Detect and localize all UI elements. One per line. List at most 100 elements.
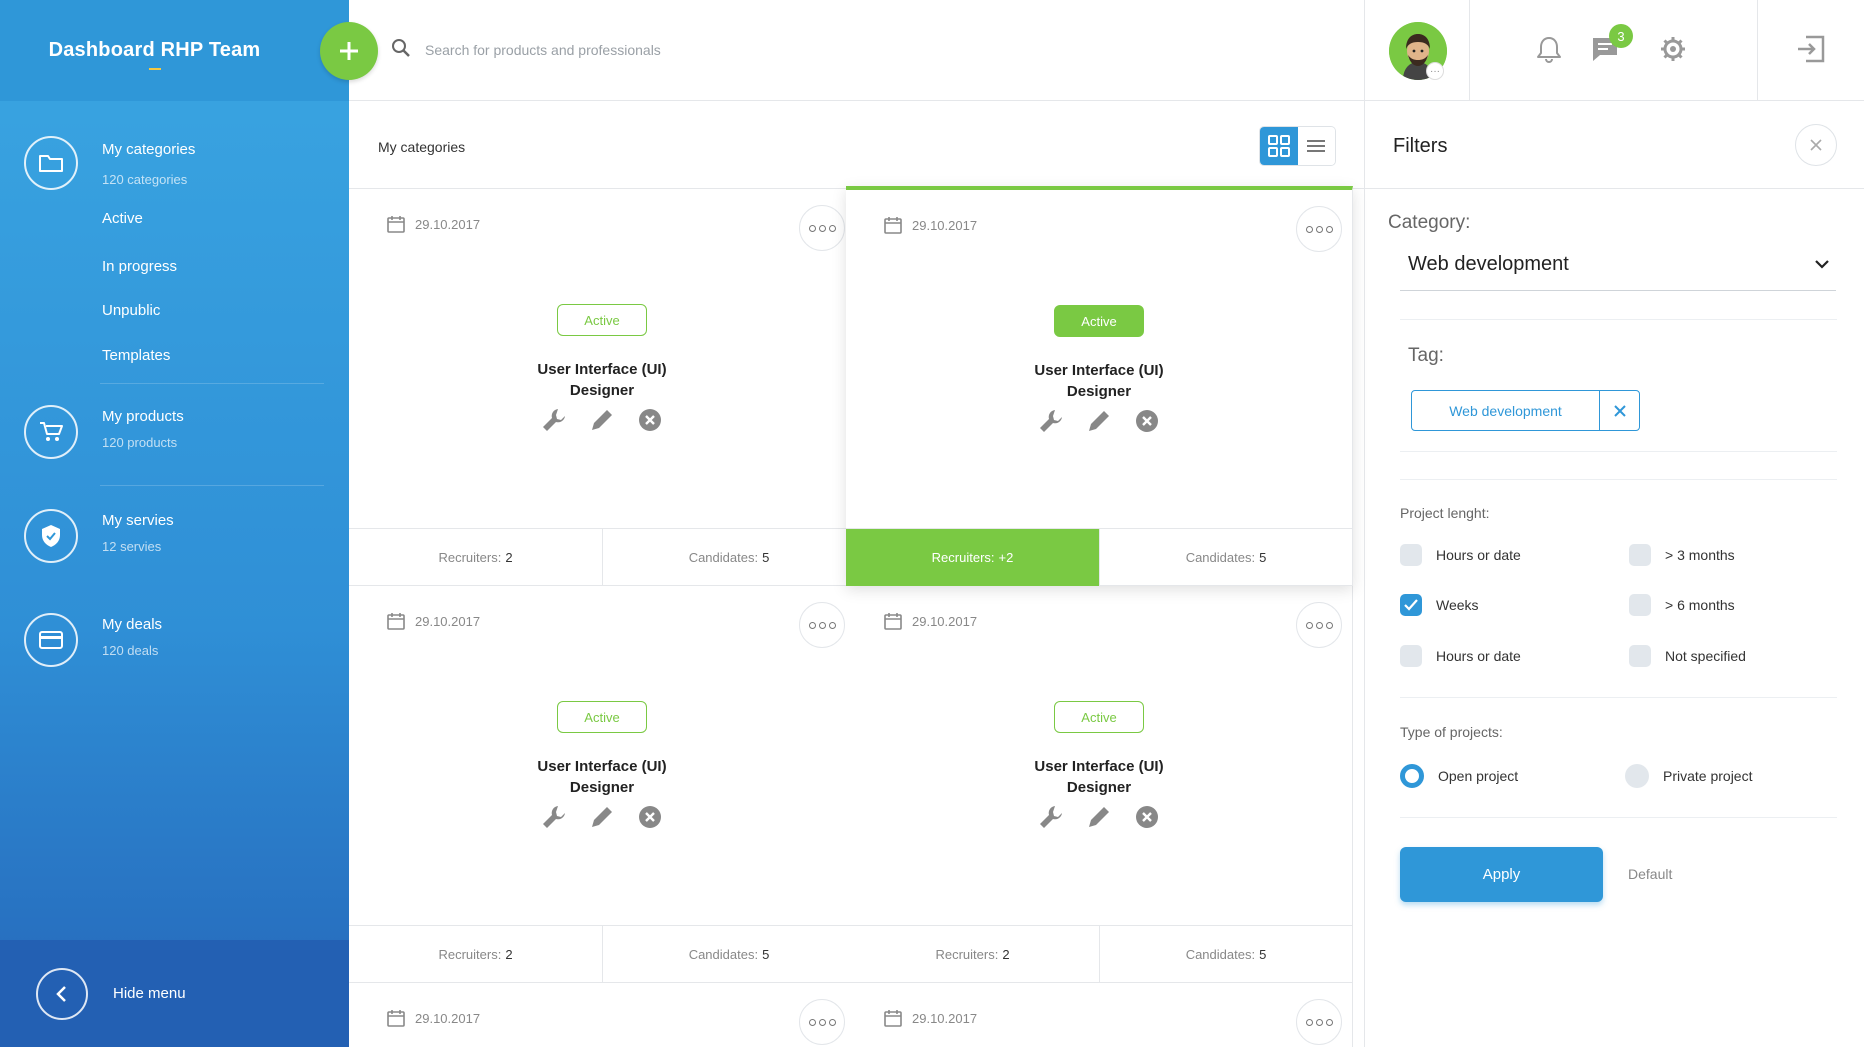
category-select[interactable]: Web development bbox=[1400, 246, 1836, 291]
recruiters-cell[interactable]: Recruiters: 2 bbox=[349, 926, 602, 983]
hide-menu-button[interactable]: Hide menu bbox=[113, 985, 186, 1002]
checkbox[interactable] bbox=[1629, 594, 1651, 616]
apply-button[interactable]: Apply bbox=[1400, 847, 1603, 902]
category-card[interactable]: 29.10.2017 Active User Interface (UI) De… bbox=[349, 586, 856, 983]
shield-icon[interactable] bbox=[24, 509, 78, 563]
nav-my-services[interactable]: My servies bbox=[102, 512, 174, 529]
more-options-icon[interactable] bbox=[799, 602, 845, 648]
more-options-icon[interactable] bbox=[1296, 602, 1342, 648]
nav-child-unpublic[interactable]: Unpublic bbox=[102, 302, 160, 319]
nav-child-in-progress[interactable]: In progress bbox=[102, 258, 177, 275]
card-icon[interactable] bbox=[24, 613, 78, 667]
more-options-icon[interactable] bbox=[799, 999, 845, 1045]
category-card[interactable]: 29.10.2017 Active User Interface (UI) De… bbox=[349, 189, 856, 586]
avatar-more-icon[interactable]: ··· bbox=[1426, 62, 1444, 80]
nav-my-deals-count: 120 deals bbox=[102, 643, 159, 658]
card-title-line: Designer bbox=[1066, 779, 1132, 796]
candidates-label: Candidates: bbox=[688, 550, 759, 565]
nav-my-categories-count: 120 categories bbox=[102, 172, 188, 187]
radio[interactable] bbox=[1625, 764, 1649, 788]
calendar-icon bbox=[387, 216, 405, 233]
recruiters-count: +2 bbox=[998, 550, 1014, 565]
more-options-icon[interactable] bbox=[1296, 999, 1342, 1045]
delete-icon[interactable] bbox=[637, 804, 663, 830]
wrench-icon[interactable] bbox=[1038, 408, 1064, 434]
nav-my-categories[interactable]: My categories bbox=[102, 141, 195, 158]
card-date: 29.10.2017 bbox=[884, 1009, 977, 1027]
pencil-icon[interactable] bbox=[1086, 408, 1112, 434]
length-option-not-specified[interactable]: Not specified bbox=[1629, 645, 1746, 667]
project-length-label: Project lenght: bbox=[1400, 505, 1490, 521]
checkbox[interactable] bbox=[1629, 544, 1651, 566]
pencil-icon[interactable] bbox=[1086, 804, 1112, 830]
length-option-3-months[interactable]: > 3 months bbox=[1629, 544, 1735, 566]
category-card[interactable]: 29.10.2017 Active User Interface (UI) De… bbox=[846, 586, 1353, 983]
checkbox[interactable] bbox=[1400, 544, 1422, 566]
nav-divider bbox=[100, 485, 324, 486]
pencil-icon[interactable] bbox=[589, 804, 615, 830]
page-title: My categories bbox=[378, 139, 466, 155]
recruiters-count: 2 bbox=[505, 550, 513, 565]
nav-my-deals[interactable]: My deals bbox=[102, 616, 162, 633]
radio-selected[interactable] bbox=[1400, 764, 1424, 788]
candidates-cell[interactable]: Candidates: 5 bbox=[602, 529, 855, 586]
recruiters-cell[interactable]: Recruiters: 2 bbox=[846, 926, 1099, 983]
type-option-private[interactable]: Private project bbox=[1625, 764, 1752, 788]
cart-icon[interactable] bbox=[24, 405, 78, 459]
recruiters-label: Recruiters: bbox=[931, 550, 995, 565]
pencil-icon[interactable] bbox=[589, 407, 615, 433]
candidates-cell[interactable]: Candidates: 5 bbox=[602, 926, 855, 983]
length-option-hours[interactable]: Hours or date bbox=[1400, 544, 1521, 566]
candidates-cell[interactable]: Candidates: 5 bbox=[1099, 926, 1352, 983]
add-button[interactable] bbox=[320, 22, 378, 80]
category-card[interactable]: 29.10.2017 bbox=[846, 983, 1353, 1047]
settings-icon[interactable] bbox=[1657, 33, 1689, 65]
chevron-left-icon[interactable] bbox=[36, 968, 88, 1020]
card-footer: Recruiters: 2 Candidates: 5 bbox=[846, 925, 1352, 983]
length-option-6-months[interactable]: > 6 months bbox=[1629, 594, 1735, 616]
delete-icon[interactable] bbox=[1134, 804, 1160, 830]
remove-tag-icon[interactable] bbox=[1599, 390, 1640, 431]
card-date: 29.10.2017 bbox=[884, 216, 977, 234]
card-footer: Recruiters: +2 Candidates: 5 bbox=[846, 528, 1352, 586]
close-icon[interactable] bbox=[1795, 124, 1837, 166]
checkbox[interactable] bbox=[1400, 645, 1422, 667]
category-card[interactable]: 29.10.2017 bbox=[349, 983, 856, 1047]
recruiters-cell[interactable]: Recruiters: +2 bbox=[846, 529, 1099, 586]
option-label: > 6 months bbox=[1665, 597, 1735, 613]
type-option-open[interactable]: Open project bbox=[1400, 764, 1518, 788]
length-option-weeks[interactable]: Weeks bbox=[1400, 594, 1479, 616]
nav-my-products[interactable]: My products bbox=[102, 408, 184, 425]
more-options-icon[interactable] bbox=[799, 205, 845, 251]
divider bbox=[1400, 451, 1837, 452]
category-card[interactable]: 29.10.2017 Active User Interface (UI) De… bbox=[846, 186, 1353, 586]
length-option-hours-2[interactable]: Hours or date bbox=[1400, 645, 1521, 667]
delete-icon[interactable] bbox=[1134, 408, 1160, 434]
checkbox-checked[interactable] bbox=[1400, 594, 1422, 616]
card-date: 29.10.2017 bbox=[884, 612, 977, 630]
tag-chip[interactable]: Web development bbox=[1411, 390, 1600, 431]
bell-icon[interactable] bbox=[1533, 33, 1565, 65]
wrench-icon[interactable] bbox=[1038, 804, 1064, 830]
list-view-icon[interactable] bbox=[1297, 127, 1335, 165]
search-input[interactable] bbox=[425, 36, 1025, 64]
logout-icon[interactable] bbox=[1795, 33, 1827, 65]
calendar-icon bbox=[884, 217, 902, 234]
checkbox[interactable] bbox=[1629, 645, 1651, 667]
delete-icon[interactable] bbox=[637, 407, 663, 433]
check-icon bbox=[1404, 599, 1418, 611]
main-header: My categories bbox=[349, 101, 1364, 189]
nav-child-active[interactable]: Active bbox=[102, 210, 143, 227]
recruiters-count: 2 bbox=[505, 947, 513, 962]
grid-view-icon[interactable] bbox=[1260, 127, 1298, 165]
recruiters-cell[interactable]: Recruiters: 2 bbox=[349, 529, 602, 586]
candidates-cell[interactable]: Candidates: 5 bbox=[1099, 529, 1352, 586]
default-button[interactable]: Default bbox=[1628, 866, 1672, 882]
wrench-icon[interactable] bbox=[541, 804, 567, 830]
nav-child-templates[interactable]: Templates bbox=[102, 347, 170, 364]
folder-icon[interactable] bbox=[24, 136, 78, 190]
card-date-text: 29.10.2017 bbox=[415, 1010, 481, 1026]
more-options-icon[interactable] bbox=[1296, 206, 1342, 252]
wrench-icon[interactable] bbox=[541, 407, 567, 433]
option-label: > 3 months bbox=[1665, 547, 1735, 563]
